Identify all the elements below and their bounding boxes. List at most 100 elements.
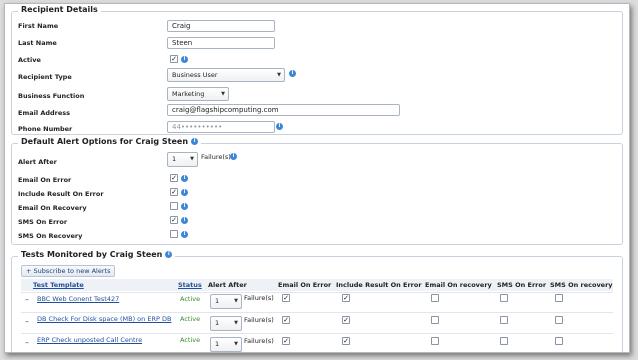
default-alert-options-section: Default Alert Options for Craig Steen i A… (11, 137, 623, 245)
subscribe-button[interactable]: + Subscribe to new Alerts (21, 265, 116, 277)
alert-after-value: 1 (172, 155, 177, 163)
row-email-on-recovery-checkbox[interactable] (431, 337, 439, 345)
email-address-label: Email Address (18, 109, 71, 117)
row-sms-on-recovery-checkbox[interactable] (555, 294, 563, 302)
email-on-recovery-label: Email On Recovery (18, 204, 87, 212)
chevron-down-icon: ▼ (234, 298, 238, 304)
row-include-result-checkbox[interactable]: ✓ (342, 337, 350, 345)
chevron-down-icon: ▼ (234, 341, 238, 347)
tests-monitored-legend: Tests Monitored by Craig Steen i (18, 250, 176, 259)
column-sms-on-recovery: SMS On recovery (550, 281, 613, 289)
column-email-on-error: Email On Error (278, 281, 332, 289)
phone-number-field[interactable]: 44•••••••••• (167, 121, 275, 133)
app-frame: Recipient Details First Name Craig Last … (4, 3, 630, 353)
row-email-on-recovery-checkbox[interactable] (431, 316, 439, 324)
row-failures-label: Failure(s) (244, 316, 274, 324)
include-result-on-error-checkbox[interactable]: ✓ (170, 188, 178, 196)
alert-after-label: Alert After (18, 158, 57, 166)
include-result-on-error-label: Include Result On Error (18, 190, 104, 198)
email-on-error-checkbox[interactable]: ✓ (170, 174, 178, 182)
sms-on-recovery-checkbox[interactable] (170, 230, 178, 238)
info-icon[interactable]: i (181, 189, 188, 196)
row-alert-after-value: 1 (215, 297, 220, 305)
info-icon[interactable]: i (289, 70, 296, 77)
recipient-details-section: Recipient Details First Name Craig Last … (11, 5, 623, 135)
failures-label: Failure(s) (201, 153, 231, 161)
info-icon[interactable]: i (191, 138, 199, 145)
column-include-result: Include Result On Error (336, 281, 422, 289)
business-function-label: Business Function (18, 92, 85, 100)
default-alert-options-legend: Default Alert Options for Craig Steen i (18, 137, 202, 146)
email-address-field[interactable]: craig@flagshipcomputing.com (167, 104, 400, 116)
row-sms-on-error-checkbox[interactable] (500, 316, 508, 324)
column-test-template[interactable]: Test Template (33, 281, 84, 289)
email-on-recovery-checkbox[interactable] (170, 202, 178, 210)
alert-after-select[interactable]: 1 ▼ (167, 152, 198, 167)
row-sms-on-error-checkbox[interactable] (500, 294, 508, 302)
row-divider (21, 333, 613, 334)
row-sms-on-recovery-checkbox[interactable] (555, 337, 563, 345)
row-alert-after-select[interactable]: 1 ▼ (210, 316, 242, 331)
row-email-on-error-checkbox[interactable]: ✓ (282, 316, 290, 324)
info-icon[interactable]: i (181, 56, 188, 63)
info-icon[interactable]: i (230, 153, 237, 160)
row-failures-label: Failure(s) (244, 337, 274, 345)
business-function-value: Marketing (172, 90, 205, 98)
info-icon[interactable]: i (276, 123, 283, 130)
row-alert-after-select[interactable]: 1 ▼ (210, 294, 242, 309)
row-email-on-error-checkbox[interactable]: ✓ (282, 337, 290, 345)
row-alert-after-value: 1 (215, 319, 220, 327)
sms-on-error-checkbox[interactable]: ✓ (170, 216, 178, 224)
status-badge: Active (180, 315, 201, 323)
row-divider (21, 312, 613, 313)
tests-monitored-title: Tests Monitored by Craig Steen (21, 250, 163, 259)
recipient-type-value: Business User (172, 71, 218, 79)
chevron-down-icon: ▼ (190, 156, 194, 162)
column-sms-on-error: SMS On Error (497, 281, 547, 289)
chevron-down-icon: ▼ (234, 320, 238, 326)
row-alert-after-value: 1 (215, 340, 220, 348)
info-icon[interactable]: i (181, 175, 188, 182)
info-icon[interactable]: i (181, 231, 188, 238)
test-template-link[interactable]: DB Check For Disk space (MB) on ERP DB (37, 315, 171, 323)
row-include-result-checkbox[interactable]: ✓ (342, 294, 350, 302)
column-email-on-recovery: Email On recovery (425, 281, 492, 289)
row-dash: – (25, 317, 29, 326)
chevron-down-icon: ▼ (277, 72, 281, 78)
last-name-label: Last Name (18, 39, 57, 47)
recipient-type-select[interactable]: Business User ▼ (167, 68, 285, 82)
status-badge: Active (180, 336, 201, 344)
info-icon[interactable]: i (181, 217, 188, 224)
active-checkbox[interactable]: ✓ (170, 55, 178, 63)
first-name-field[interactable]: Craig (167, 20, 275, 32)
row-dash: – (25, 338, 29, 347)
last-name-field[interactable]: Steen (167, 37, 275, 49)
test-template-link[interactable]: ERP Check unposted Call Centre (37, 336, 142, 344)
info-icon[interactable]: i (165, 251, 173, 258)
row-failures-label: Failure(s) (244, 294, 274, 302)
row-email-on-error-checkbox[interactable]: ✓ (282, 294, 290, 302)
recipient-details-legend: Recipient Details (18, 5, 101, 14)
row-sms-on-error-checkbox[interactable] (500, 337, 508, 345)
info-icon[interactable]: i (181, 203, 188, 210)
sms-on-error-label: SMS On Error (18, 218, 68, 226)
default-alert-options-title: Default Alert Options for Craig Steen (21, 137, 189, 146)
row-include-result-checkbox[interactable]: ✓ (342, 316, 350, 324)
active-label: Active (18, 56, 41, 64)
column-alert-after: Alert After (208, 281, 247, 289)
tests-monitored-section: Tests Monitored by Craig Steen i + Subscr… (11, 250, 623, 352)
row-divider (21, 292, 613, 293)
recipient-type-label: Recipient Type (18, 73, 72, 81)
row-dash: – (25, 295, 29, 304)
business-function-select[interactable]: Marketing ▼ (167, 87, 229, 101)
test-template-link[interactable]: BBC Web Conent Test427 (37, 295, 119, 303)
email-on-error-label: Email On Error (18, 176, 72, 184)
sms-on-recovery-label: SMS On Recovery (18, 232, 83, 240)
row-email-on-recovery-checkbox[interactable] (431, 294, 439, 302)
status-badge: Active (180, 295, 201, 303)
first-name-label: First Name (18, 22, 59, 30)
row-alert-after-select[interactable]: 1 ▼ (210, 337, 242, 352)
chevron-down-icon: ▼ (221, 91, 225, 97)
column-status[interactable]: Status (178, 281, 202, 289)
row-sms-on-recovery-checkbox[interactable] (555, 316, 563, 324)
